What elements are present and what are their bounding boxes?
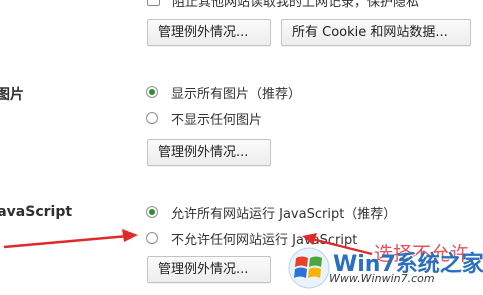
javascript-manage-exceptions-button[interactable]: 管理例外情况... — [147, 256, 271, 283]
watermark-url: Www.Winwin7.com — [329, 272, 435, 285]
no-images-option[interactable]: 不显示任何图片 — [146, 109, 263, 128]
show-all-images-option[interactable]: 显示所有图片（推荐） — [146, 83, 302, 102]
watermark: Win7系统之家 Www.Winwin7.com — [283, 240, 483, 295]
all-cookies-site-data-button[interactable]: 所有 Cookie 和网站数据... — [281, 19, 471, 46]
javascript-section-label: JavaScript — [0, 204, 73, 220]
allow-javascript-option[interactable]: 允许所有网站运行 JavaScript（推荐） — [146, 203, 397, 222]
block-third-party-checkbox[interactable] — [147, 0, 160, 6]
content-settings-page: 阻止其他网站读取我的上网记录，保护隐私 管理例外情况... 所有 Cookie … — [0, 0, 483, 295]
allow-javascript-radio[interactable] — [146, 206, 158, 218]
images-manage-exceptions-button[interactable]: 管理例外情况... — [147, 139, 271, 166]
block-third-party-label: 阻止其他网站读取我的上网记录，保护隐私 — [172, 0, 420, 10]
no-images-radio[interactable] — [146, 112, 158, 124]
show-all-images-radio[interactable] — [146, 86, 158, 98]
images-section-label: 图片 — [0, 87, 24, 103]
allow-javascript-label: 允许所有网站运行 JavaScript（推荐） — [171, 206, 397, 222]
cookie-manage-exceptions-button[interactable]: 管理例外情况... — [147, 19, 271, 46]
block-javascript-radio[interactable] — [146, 232, 158, 244]
show-all-images-label: 显示所有图片（推荐） — [171, 86, 302, 102]
no-images-label: 不显示任何图片 — [171, 112, 263, 128]
windows-logo-icon — [288, 247, 330, 289]
